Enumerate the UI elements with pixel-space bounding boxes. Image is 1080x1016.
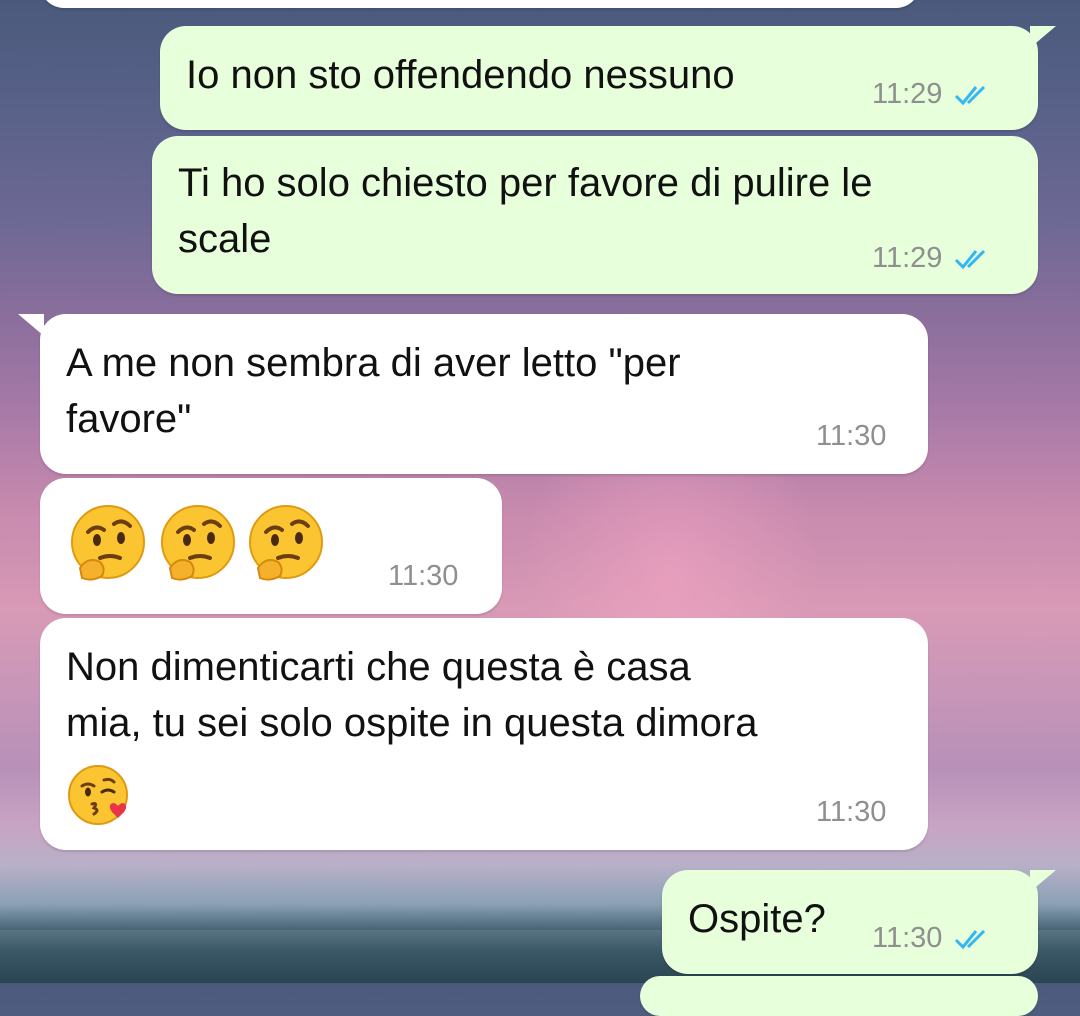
message-text: Ospite? [688, 897, 826, 941]
read-ticks-icon [955, 249, 986, 269]
message-time: 11:29 [872, 242, 943, 274]
message-time: 11:30 [816, 420, 887, 452]
read-ticks-icon [955, 85, 986, 105]
message-bubble-incoming[interactable]: Non dimenticarti che questa è casa mia, … [40, 618, 928, 850]
message-bubble-outgoing[interactable]: Ospite? 11:30 [662, 870, 1056, 974]
message-meta: 11:29 [872, 78, 996, 111]
message-text: Non dimenticarti che questa è casa [66, 645, 691, 689]
message-time: 11:29 [872, 78, 943, 110]
previous-message-bubble [40, 0, 920, 8]
read-ticks-icon [955, 929, 986, 949]
message-bubble-outgoing[interactable]: Ti ho solo chiesto per favore di pulire … [152, 136, 1038, 294]
message-bubble-incoming[interactable]: 11:30 [40, 478, 502, 614]
message-text: Ti ho solo chiesto per favore di pulire … [178, 161, 873, 205]
message-meta: 11:30 [816, 420, 886, 453]
next-message-bubble [640, 976, 1038, 1016]
message-text-line2: mia, tu sei solo ospite in questa dimora [66, 701, 758, 745]
message-text: A me non sembra di aver letto "per [66, 341, 681, 385]
message-text-line2: scale [178, 217, 272, 261]
message-meta: 11:29 [872, 242, 996, 275]
thinking-face-icon [71, 505, 145, 581]
message-bubble-incoming[interactable]: A me non sembra di aver letto "per favor… [18, 314, 928, 474]
message-bubble-outgoing[interactable]: Io non sto offendendo nessuno 11:29 [160, 26, 1056, 130]
face-blowing-a-kiss-icon [68, 765, 128, 825]
thinking-face-icon [249, 505, 323, 581]
message-meta: 11:30 [388, 560, 458, 593]
message-time: 11:30 [872, 922, 943, 954]
message-time: 11:30 [388, 560, 459, 592]
message-time: 11:30 [816, 796, 887, 828]
thinking-face-icon [161, 505, 235, 581]
message-text: Io non sto offendendo nessuno [186, 53, 735, 97]
message-text-line2: favore" [66, 397, 192, 441]
message-meta: 11:30 [816, 796, 886, 829]
message-meta: 11:30 [872, 922, 996, 955]
